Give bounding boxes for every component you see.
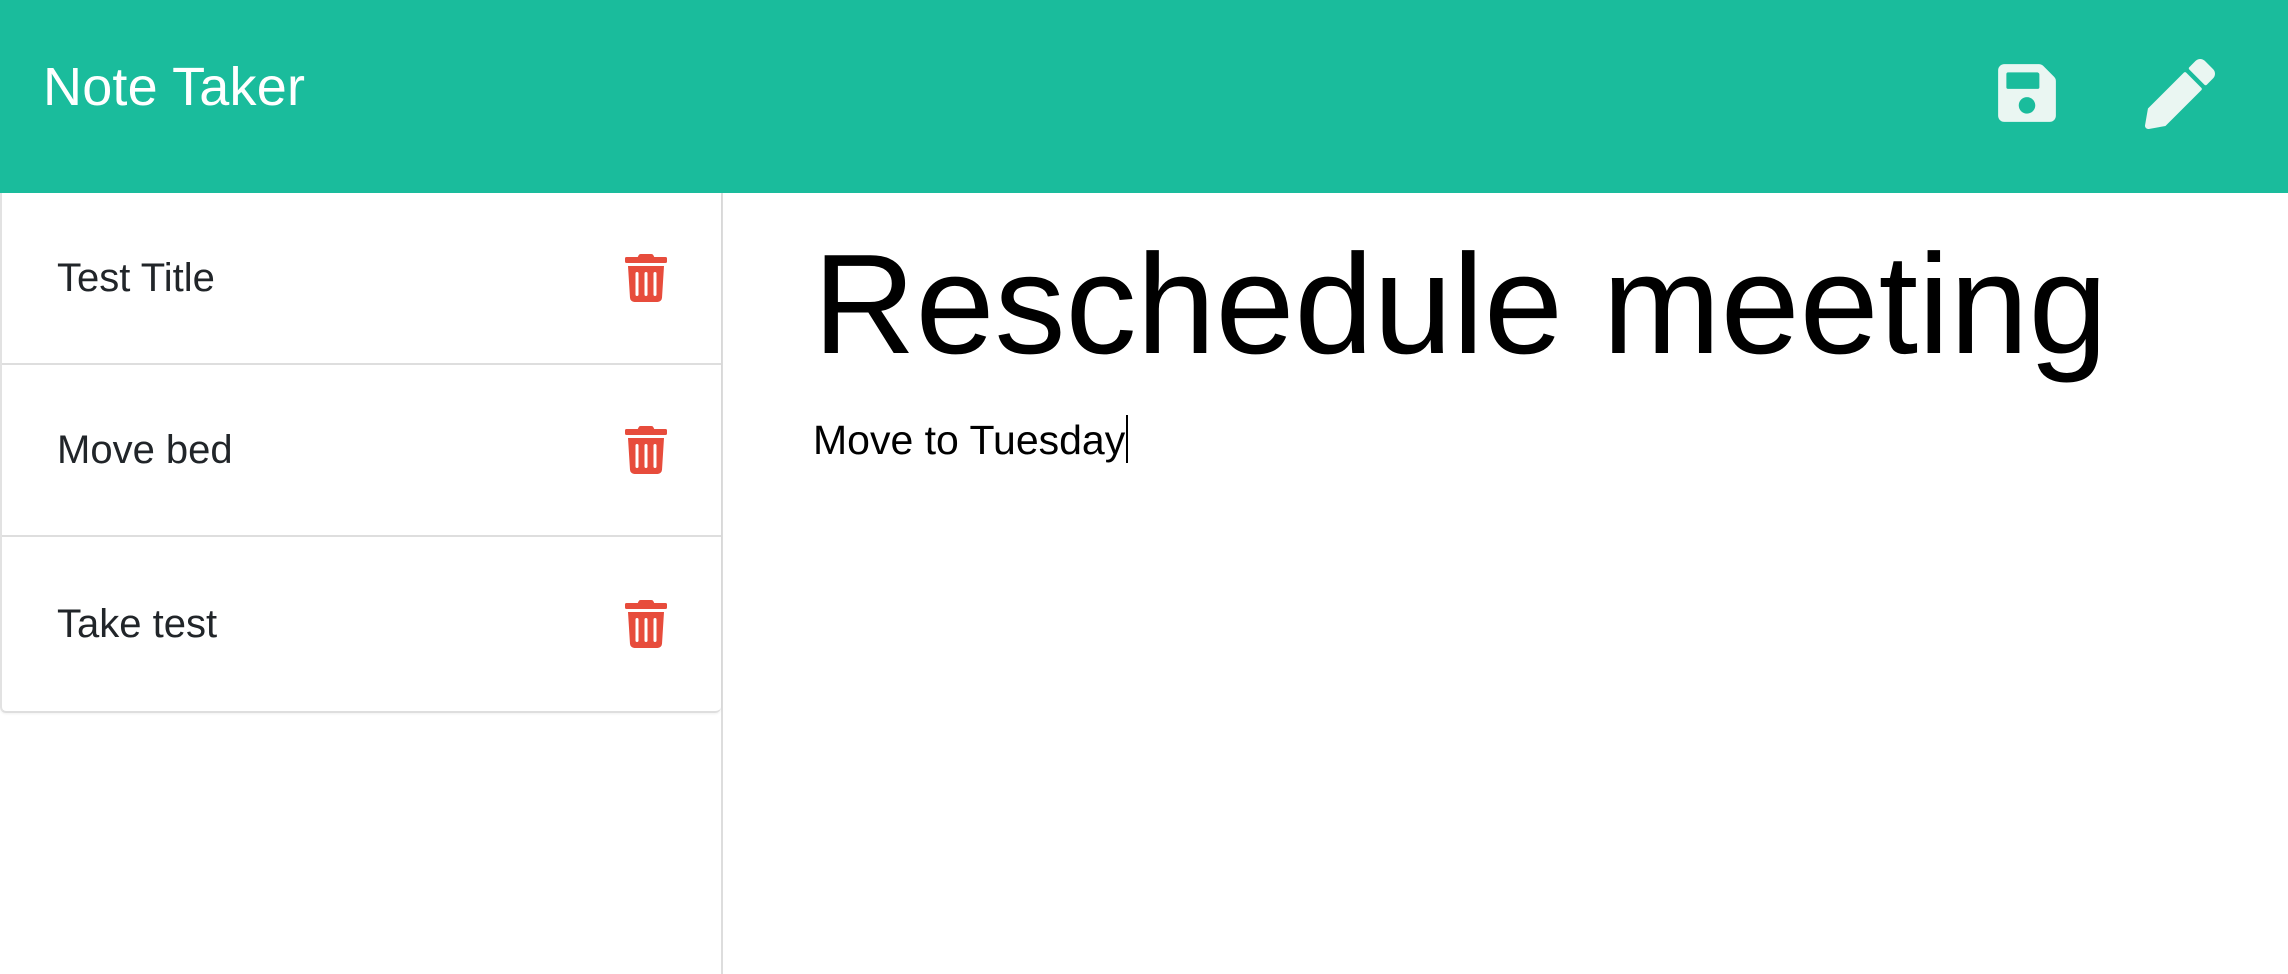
- navbar: Note Taker: [0, 0, 2288, 193]
- save-note-button[interactable]: [1994, 60, 2060, 126]
- delete-note-button[interactable]: [623, 424, 669, 476]
- trash-icon: [625, 600, 667, 648]
- note-body-text: Move to Tuesday: [813, 417, 1126, 463]
- trash-icon: [625, 253, 667, 302]
- note-title-input[interactable]: Reschedule meeting: [813, 223, 2213, 386]
- floppy-disk-icon: [1998, 64, 2056, 122]
- note-editor: Reschedule meeting Move to Tuesday: [725, 193, 2288, 974]
- app-title[interactable]: Note Taker: [43, 60, 305, 114]
- list-item[interactable]: Move bed: [2, 365, 721, 537]
- text-cursor: [1126, 415, 1129, 463]
- note-list: Test Title Move bed Take test: [0, 193, 721, 713]
- delete-note-button[interactable]: [623, 598, 669, 650]
- list-item[interactable]: Test Title: [2, 193, 721, 365]
- note-sidebar: Test Title Move bed Take test: [0, 193, 723, 974]
- list-item[interactable]: Take test: [2, 537, 721, 711]
- note-title[interactable]: Move bed: [57, 430, 233, 470]
- note-title[interactable]: Test Title: [57, 258, 215, 298]
- pencil-icon: [2145, 59, 2215, 129]
- delete-note-button[interactable]: [623, 252, 669, 304]
- note-title[interactable]: Take test: [57, 604, 217, 644]
- note-text-area[interactable]: Move to Tuesday: [813, 415, 2213, 463]
- new-note-button[interactable]: [2143, 57, 2217, 131]
- trash-icon: [625, 425, 667, 474]
